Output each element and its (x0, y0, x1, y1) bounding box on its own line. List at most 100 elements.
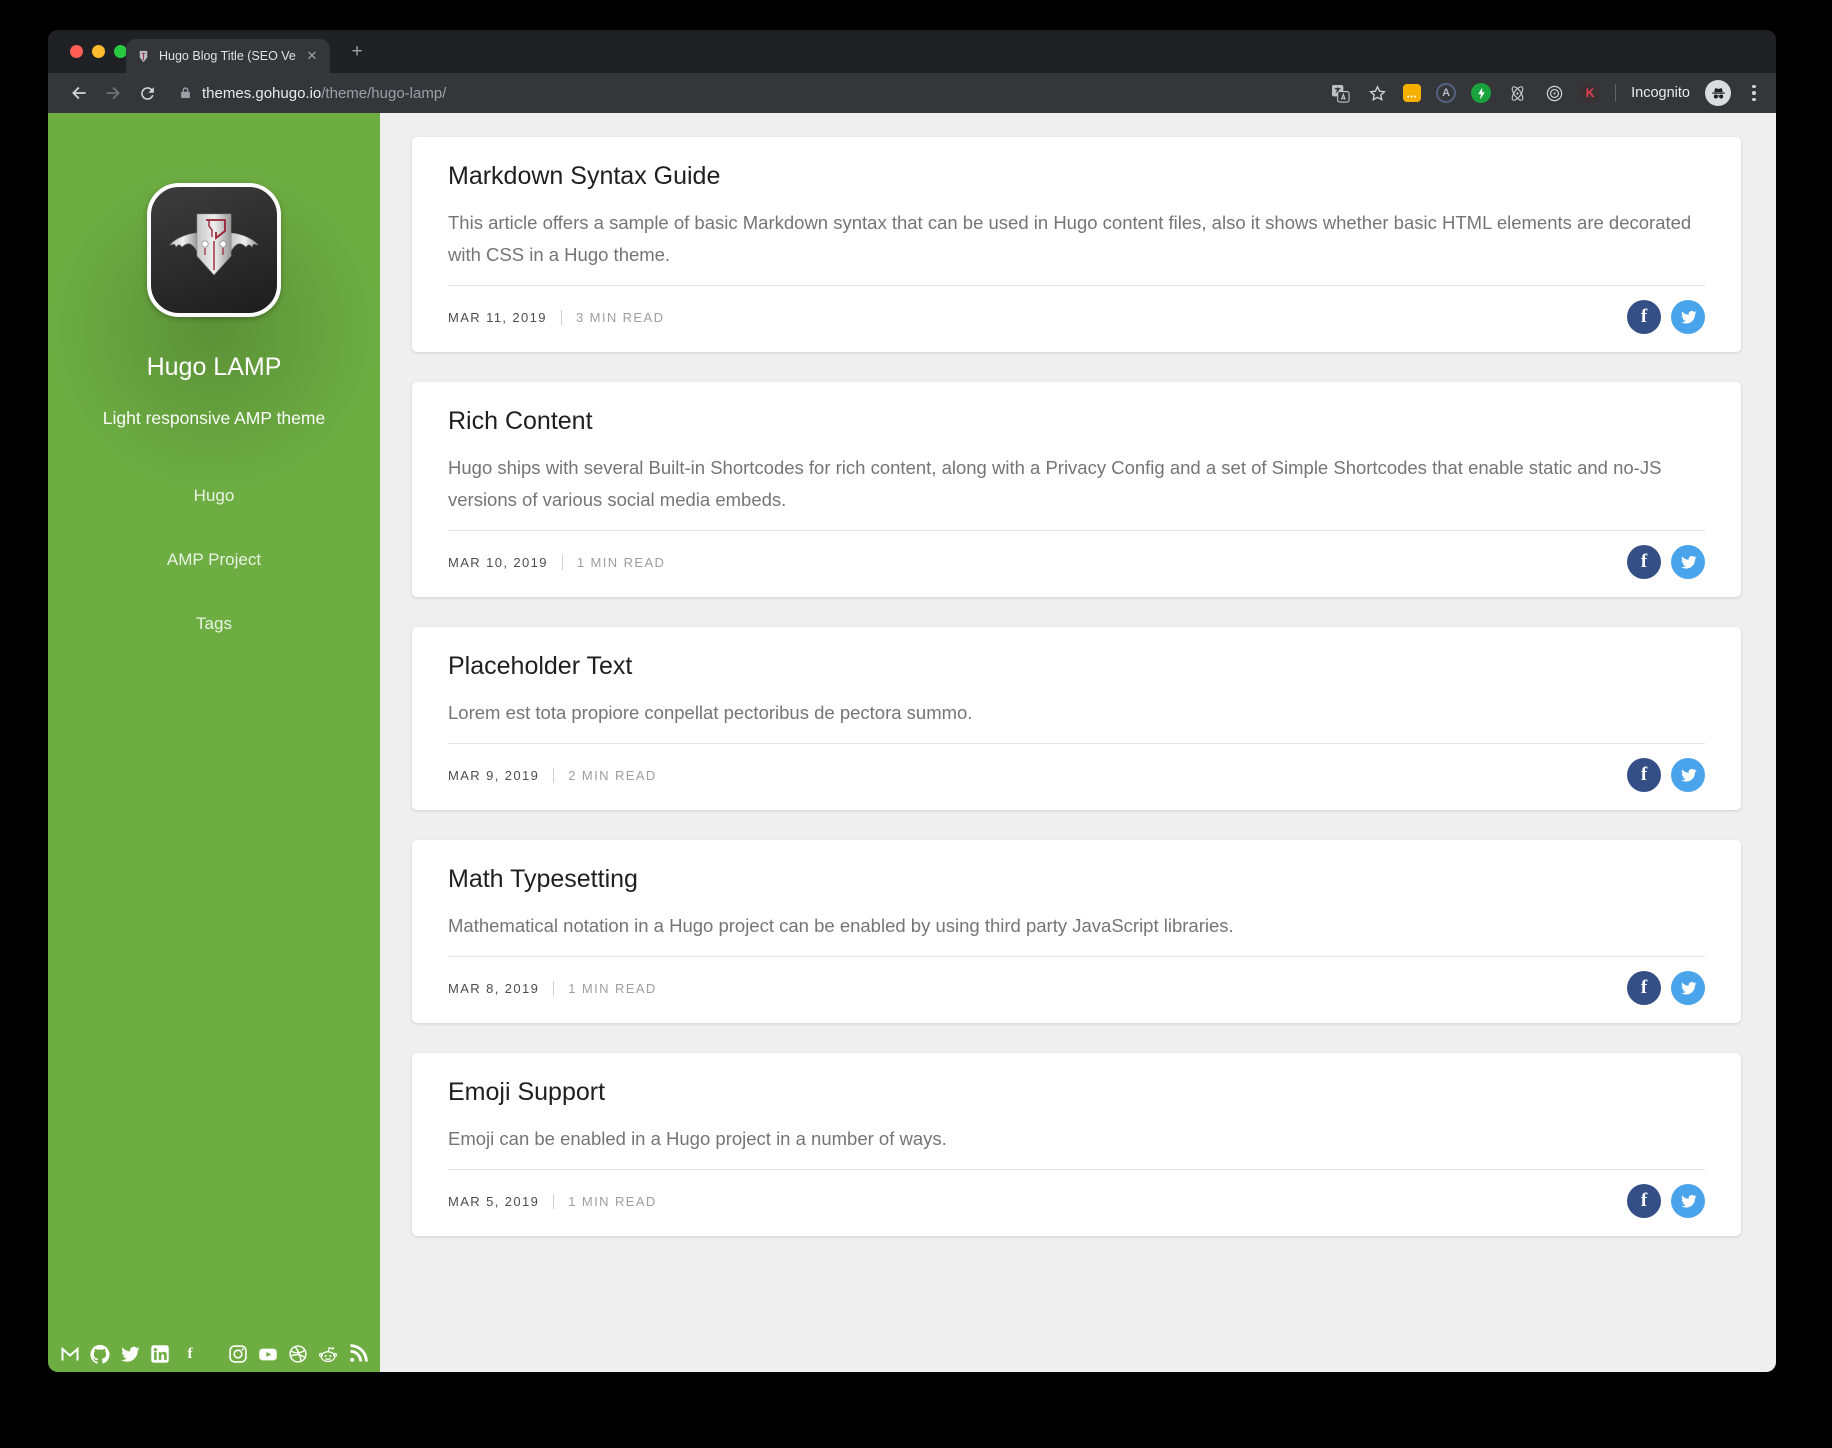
post-footer: MAR 5, 2019 1 MIN READ f (448, 1169, 1705, 1218)
dribbble-icon[interactable] (288, 1344, 308, 1364)
twitter-share-button[interactable] (1671, 300, 1705, 334)
post-title[interactable]: Placeholder Text (448, 651, 1705, 681)
post-meta: MAR 8, 2019 1 MIN READ (448, 980, 657, 996)
address-bar[interactable]: themes.gohugo.io/theme/hugo-lamp/ (178, 85, 1317, 102)
url-path: /theme/hugo-lamp/ (321, 84, 447, 102)
extension-k-icon[interactable]: K (1580, 83, 1601, 103)
close-window-button[interactable] (70, 45, 83, 58)
tab-favicon (139, 50, 148, 62)
share-buttons: f (1627, 300, 1705, 334)
linkedin-icon[interactable] (150, 1344, 170, 1364)
facebook-share-button[interactable]: f (1627, 758, 1661, 792)
post-meta: MAR 11, 2019 3 MIN READ (448, 309, 665, 325)
share-buttons: f (1627, 1184, 1705, 1218)
lock-icon (181, 87, 190, 98)
post-footer: MAR 9, 2019 2 MIN READ f (448, 743, 1705, 792)
email-icon[interactable] (60, 1344, 80, 1364)
post-title[interactable]: Markdown Syntax Guide (448, 161, 1705, 191)
tab-close-icon[interactable] (304, 48, 320, 64)
meta-divider (561, 554, 563, 570)
minimize-window-button[interactable] (92, 45, 105, 58)
github-icon[interactable] (90, 1344, 110, 1364)
extension-bullseye-icon[interactable] (1543, 82, 1565, 104)
meta-divider (553, 1193, 555, 1209)
post-date: MAR 5, 2019 (448, 1193, 540, 1209)
browser-window: Hugo Blog Title (SEO Version) themes.goh… (48, 30, 1776, 1372)
twitter-share-button[interactable] (1671, 1184, 1705, 1218)
post-read-time: 1 MIN READ (568, 1193, 657, 1209)
tab-strip: Hugo Blog Title (SEO Version) (48, 30, 1776, 73)
youtube-icon[interactable] (258, 1344, 278, 1364)
post-date: MAR 8, 2019 (448, 980, 540, 996)
meta-divider (553, 767, 555, 783)
toolbar-separator (1615, 84, 1617, 102)
facebook-icon[interactable]: f (180, 1344, 200, 1364)
facebook-share-button[interactable]: f (1627, 545, 1661, 579)
extension-atom-icon[interactable] (1506, 82, 1528, 104)
post-footer: MAR 10, 2019 1 MIN READ f (448, 530, 1705, 579)
nav-item-hugo[interactable]: Hugo (48, 471, 380, 521)
post-title[interactable]: Math Typesetting (448, 864, 1705, 894)
meta-divider (560, 309, 562, 325)
post-meta: MAR 10, 2019 1 MIN READ (448, 554, 666, 570)
browser-toolbar: themes.gohugo.io/theme/hugo-lamp/ A (48, 73, 1776, 113)
sidebar-nav: Hugo AMP Project Tags (48, 471, 380, 649)
post-footer: MAR 11, 2019 3 MIN READ f (448, 285, 1705, 334)
post-card: Math Typesetting Mathematical notation i… (412, 840, 1741, 1023)
url-text: themes.gohugo.io/theme/hugo-lamp/ (202, 85, 446, 102)
meta-divider (553, 980, 555, 996)
post-card: Placeholder Text Lorem est tota propiore… (412, 627, 1741, 810)
site-logo[interactable] (147, 183, 281, 317)
post-excerpt: Emoji can be enabled in a Hugo project i… (448, 1128, 947, 1149)
twitter-share-button[interactable] (1671, 758, 1705, 792)
share-buttons: f (1627, 971, 1705, 1005)
facebook-share-button[interactable]: f (1627, 1184, 1661, 1218)
extension-yellow-icon[interactable] (1403, 84, 1422, 102)
twitter-icon[interactable] (120, 1344, 140, 1364)
window-controls (70, 45, 127, 58)
post-date: MAR 9, 2019 (448, 767, 540, 783)
translate-icon[interactable] (1329, 82, 1351, 104)
incognito-label: Incognito (1631, 85, 1690, 101)
post-excerpt: Mathematical notation in a Hugo project … (448, 915, 1234, 936)
post-card: Emoji Support Emoji can be enabled in a … (412, 1053, 1741, 1236)
page-body: Hugo LAMP Light responsive AMP theme Hug… (48, 113, 1776, 1372)
rss-icon[interactable] (348, 1344, 368, 1364)
bookmark-star-icon[interactable] (1366, 82, 1388, 104)
toolbar-actions: A K Incognito (1329, 80, 1762, 106)
post-excerpt: Lorem est tota propiore conpellat pector… (448, 702, 973, 723)
post-excerpt: This article offers a sample of basic Ma… (448, 212, 1692, 265)
forward-button[interactable] (96, 78, 130, 108)
hugo-lamp-shield-icon (169, 213, 259, 276)
post-read-time: 3 MIN READ (575, 309, 665, 325)
facebook-share-button[interactable]: f (1627, 300, 1661, 334)
post-excerpt: Hugo ships with several Built-in Shortco… (448, 457, 1662, 510)
nav-item-tags[interactable]: Tags (48, 599, 380, 649)
tab-title: Hugo Blog Title (SEO Version) (159, 49, 296, 63)
post-read-time: 1 MIN READ (576, 554, 666, 570)
twitter-share-button[interactable] (1671, 545, 1705, 579)
browser-menu-icon[interactable] (1746, 84, 1762, 102)
share-buttons: f (1627, 545, 1705, 579)
facebook-share-button[interactable]: f (1627, 971, 1661, 1005)
site-tagline: Light responsive AMP theme (102, 408, 326, 428)
post-title[interactable]: Rich Content (448, 406, 1705, 436)
share-buttons: f (1627, 758, 1705, 792)
post-card: Markdown Syntax Guide This article offer… (412, 137, 1741, 352)
extension-a-icon[interactable]: A (1436, 83, 1457, 103)
browser-tab[interactable]: Hugo Blog Title (SEO Version) (126, 39, 330, 73)
post-title[interactable]: Emoji Support (448, 1077, 1705, 1107)
reload-button[interactable] (130, 78, 164, 108)
post-date: MAR 11, 2019 (448, 309, 547, 325)
nav-item-amp-project[interactable]: AMP Project (48, 535, 380, 585)
site-title[interactable]: Hugo LAMP (48, 353, 380, 382)
back-button[interactable] (62, 78, 96, 108)
extension-amp-bolt-icon[interactable] (1471, 83, 1492, 103)
post-card: Rich Content Hugo ships with several Bui… (412, 382, 1741, 597)
instagram-icon[interactable] (228, 1344, 248, 1364)
reddit-icon[interactable] (318, 1344, 338, 1364)
post-read-time: 2 MIN READ (568, 767, 657, 783)
twitter-share-button[interactable] (1671, 971, 1705, 1005)
post-feed: Markdown Syntax Guide This article offer… (380, 113, 1776, 1372)
new-tab-button[interactable] (344, 39, 370, 65)
